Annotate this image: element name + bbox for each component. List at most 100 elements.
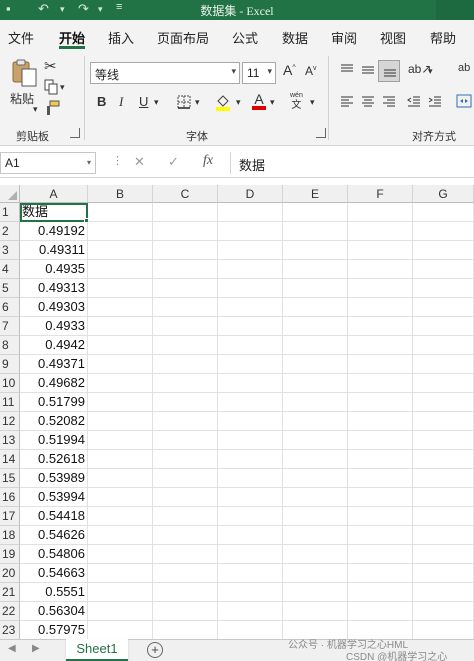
- cell[interactable]: [283, 450, 348, 469]
- tab-review[interactable]: 审阅: [331, 28, 357, 47]
- cell[interactable]: [413, 241, 474, 260]
- row-header[interactable]: 1: [0, 203, 20, 222]
- row-header[interactable]: 5: [0, 279, 20, 298]
- cell[interactable]: [153, 621, 218, 640]
- row-header[interactable]: 21: [0, 583, 20, 602]
- underline-dropdown-icon[interactable]: ▾: [154, 97, 159, 108]
- cell-a[interactable]: 数据: [20, 203, 88, 222]
- row-header[interactable]: 10: [0, 374, 20, 393]
- tab-help[interactable]: 帮助: [430, 28, 456, 47]
- column-header-b[interactable]: B: [88, 185, 153, 203]
- copy-dropdown-icon[interactable]: ▾: [60, 82, 65, 93]
- cell[interactable]: [413, 374, 474, 393]
- cell[interactable]: [348, 374, 413, 393]
- formula-bar-options-icon[interactable]: ⋮: [112, 154, 123, 167]
- fill-color-dropdown-icon[interactable]: ▾: [236, 97, 241, 108]
- format-painter-icon[interactable]: [44, 100, 60, 119]
- cell[interactable]: [153, 564, 218, 583]
- decrease-indent-icon[interactable]: [407, 96, 421, 111]
- borders-dropdown-icon[interactable]: ▾: [195, 97, 200, 108]
- cell[interactable]: [88, 412, 153, 431]
- enter-icon[interactable]: ✓: [168, 154, 179, 170]
- cell[interactable]: [283, 507, 348, 526]
- cell[interactable]: [348, 355, 413, 374]
- cell[interactable]: [348, 545, 413, 564]
- tab-home[interactable]: 开始: [59, 28, 85, 47]
- column-header-f[interactable]: F: [348, 185, 413, 203]
- cell[interactable]: [348, 507, 413, 526]
- cell-a[interactable]: 0.49311: [20, 241, 88, 260]
- paste-label[interactable]: 粘贴: [10, 90, 34, 107]
- cell[interactable]: [283, 526, 348, 545]
- cell[interactable]: [348, 317, 413, 336]
- cell-a[interactable]: 0.4933: [20, 317, 88, 336]
- cell[interactable]: [218, 298, 283, 317]
- cell[interactable]: [88, 355, 153, 374]
- cell-a[interactable]: 0.54626: [20, 526, 88, 545]
- bold-button[interactable]: B: [97, 94, 106, 109]
- cell-a[interactable]: 0.4935: [20, 260, 88, 279]
- top-align-icon[interactable]: [340, 64, 354, 79]
- cell[interactable]: [413, 317, 474, 336]
- cell[interactable]: [88, 602, 153, 621]
- cell[interactable]: [88, 241, 153, 260]
- tab-insert[interactable]: 插入: [108, 28, 134, 47]
- row-header[interactable]: 15: [0, 469, 20, 488]
- cell[interactable]: [348, 431, 413, 450]
- align-left-icon[interactable]: [340, 96, 354, 111]
- cell[interactable]: [218, 241, 283, 260]
- cell[interactable]: [153, 374, 218, 393]
- cell[interactable]: [153, 583, 218, 602]
- cell[interactable]: [88, 469, 153, 488]
- cell[interactable]: [413, 564, 474, 583]
- font-color-icon[interactable]: A: [252, 92, 266, 110]
- row-header[interactable]: 3: [0, 241, 20, 260]
- cell[interactable]: [88, 203, 153, 222]
- row-header[interactable]: 16: [0, 488, 20, 507]
- row-header[interactable]: 12: [0, 412, 20, 431]
- cell[interactable]: [413, 583, 474, 602]
- chevron-down-icon[interactable]: ▾: [231, 66, 236, 77]
- cell[interactable]: [413, 298, 474, 317]
- cell[interactable]: [88, 279, 153, 298]
- align-center-icon[interactable]: [361, 96, 375, 111]
- italic-button[interactable]: I: [119, 94, 123, 110]
- copy-icon[interactable]: [44, 79, 58, 98]
- cell[interactable]: [88, 526, 153, 545]
- cell[interactable]: [88, 545, 153, 564]
- row-header[interactable]: 23: [0, 621, 20, 640]
- cell-a[interactable]: 0.49303: [20, 298, 88, 317]
- cell-a[interactable]: 0.54418: [20, 507, 88, 526]
- column-header-d[interactable]: D: [218, 185, 283, 203]
- cell[interactable]: [348, 203, 413, 222]
- row-header[interactable]: 14: [0, 450, 20, 469]
- sheet-tab-sheet1[interactable]: Sheet1: [66, 639, 128, 661]
- cell[interactable]: [283, 203, 348, 222]
- cell[interactable]: [153, 545, 218, 564]
- cell[interactable]: [153, 450, 218, 469]
- row-header[interactable]: 22: [0, 602, 20, 621]
- cancel-icon[interactable]: ✕: [134, 154, 145, 170]
- cell[interactable]: [348, 298, 413, 317]
- cell[interactable]: [348, 222, 413, 241]
- cell[interactable]: [218, 450, 283, 469]
- cell[interactable]: [88, 507, 153, 526]
- cell[interactable]: [283, 260, 348, 279]
- next-sheet-icon[interactable]: ▶: [32, 643, 40, 654]
- cell[interactable]: [413, 469, 474, 488]
- tab-page-layout[interactable]: 页面布局: [157, 28, 209, 47]
- cell[interactable]: [88, 374, 153, 393]
- cell[interactable]: [283, 374, 348, 393]
- cell-a[interactable]: 0.56304: [20, 602, 88, 621]
- row-header[interactable]: 17: [0, 507, 20, 526]
- cell[interactable]: [348, 279, 413, 298]
- cell-a[interactable]: 0.52618: [20, 450, 88, 469]
- cell[interactable]: [218, 279, 283, 298]
- cell[interactable]: [153, 241, 218, 260]
- cell[interactable]: [283, 431, 348, 450]
- cell[interactable]: [153, 507, 218, 526]
- cell[interactable]: [153, 526, 218, 545]
- cell[interactable]: [283, 583, 348, 602]
- font-size-combo[interactable]: 11 ▾: [242, 62, 276, 84]
- fill-color-icon[interactable]: [215, 93, 231, 114]
